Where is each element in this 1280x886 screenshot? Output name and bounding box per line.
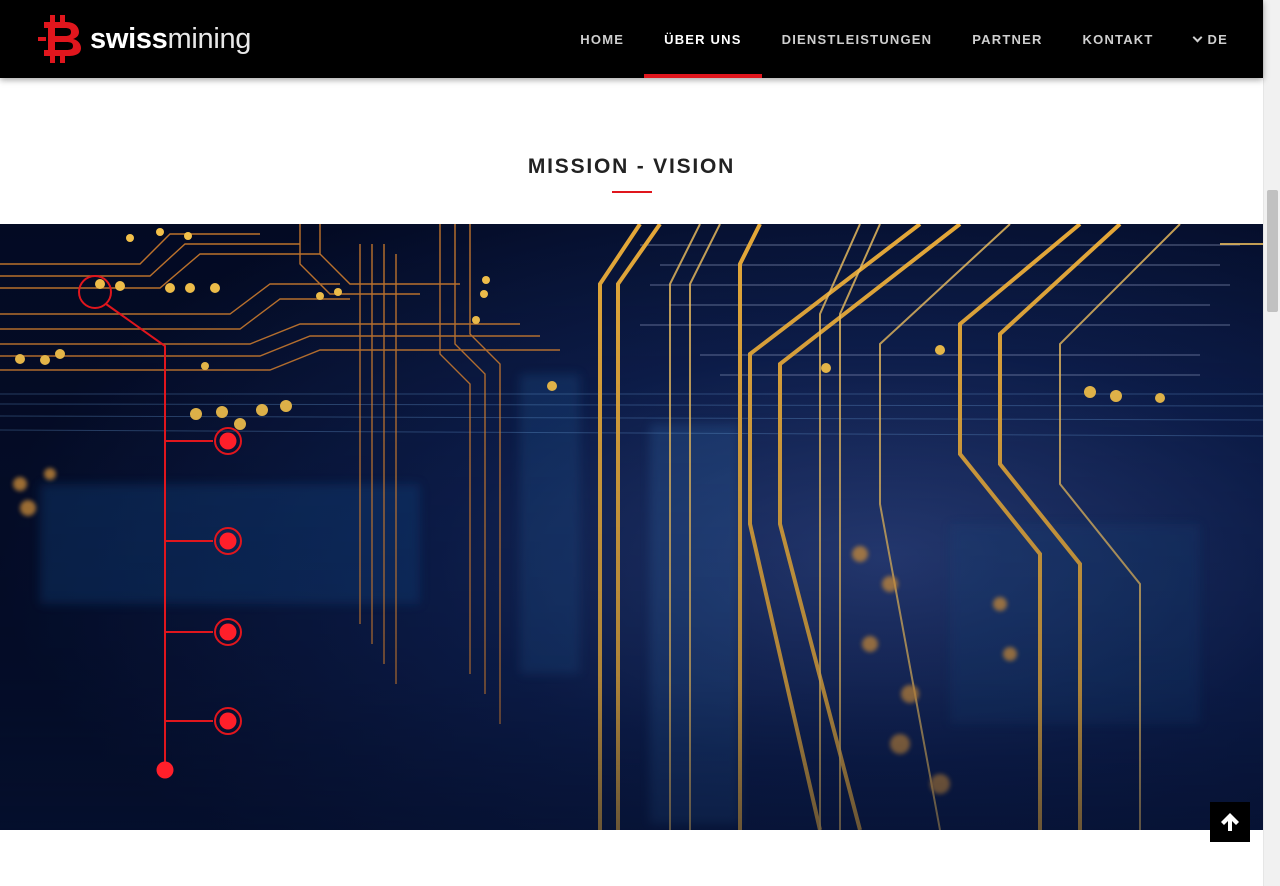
language-selector[interactable]: DE <box>1174 0 1228 78</box>
language-label: DE <box>1207 31 1228 47</box>
site-logo[interactable]: swissmining <box>38 15 251 63</box>
nav-item-partner[interactable]: PARTNER <box>952 0 1062 78</box>
main-navigation: HOME ÜBER UNS DIENSTLEISTUNGEN PARTNER K… <box>560 0 1228 78</box>
site-header: swissmining HOME ÜBER UNS DIENSTLEISTUNG… <box>0 0 1263 78</box>
logo-text-bold: swiss <box>90 22 168 55</box>
bitcoin-b-icon <box>38 15 81 63</box>
arrow-up-icon <box>1221 813 1239 831</box>
title-underline <box>612 191 652 193</box>
back-to-top-button[interactable] <box>1210 802 1250 842</box>
nav-item-ueber-uns[interactable]: ÜBER UNS <box>644 0 762 78</box>
section-title: MISSION - VISION <box>527 155 736 178</box>
chevron-down-icon <box>1192 32 1202 42</box>
scrollbar-thumb[interactable] <box>1267 190 1278 312</box>
logo-wordmark: swissmining <box>90 22 252 55</box>
hero-circuit-image <box>0 224 1263 830</box>
nav-item-home[interactable]: HOME <box>560 0 644 78</box>
page-scrollbar[interactable] <box>1263 0 1280 886</box>
nav-item-kontakt[interactable]: KONTAKT <box>1063 0 1174 78</box>
circuit-board-illustration <box>0 224 1263 830</box>
logo-text-light: mining <box>167 22 252 55</box>
nav-item-dienstleistungen[interactable]: DIENSTLEISTUNGEN <box>762 0 953 78</box>
